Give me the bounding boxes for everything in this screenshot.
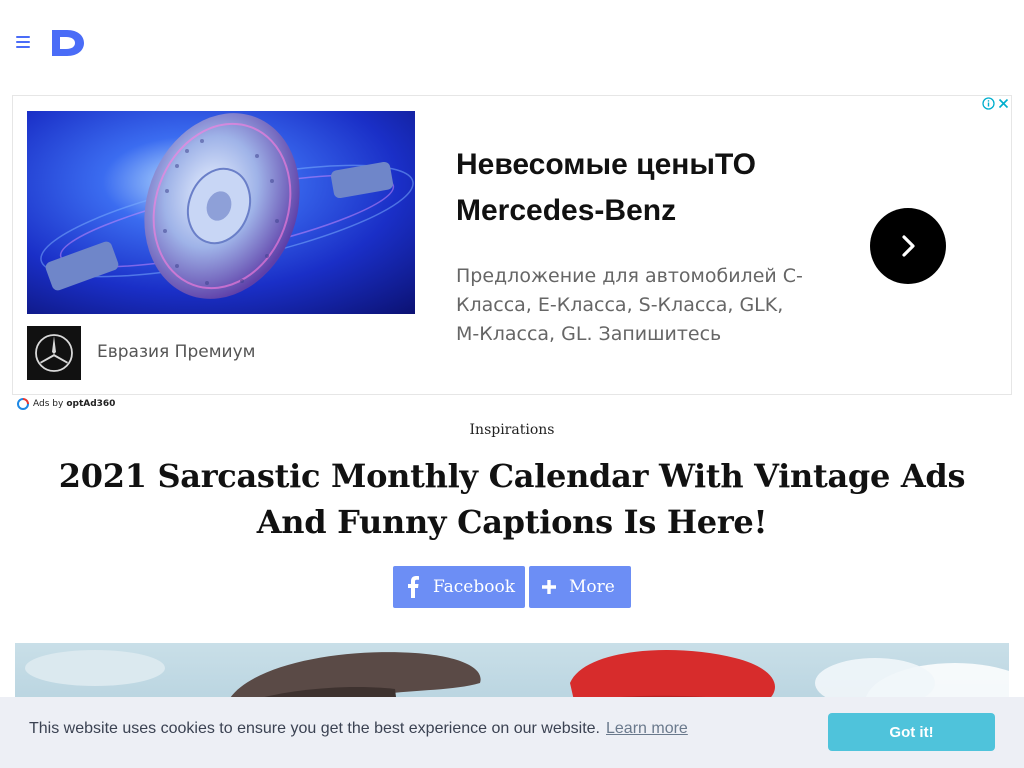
- facebook-share-button[interactable]: Facebook: [393, 566, 525, 608]
- ads-by-prefix: Ads by: [33, 399, 64, 409]
- menu-bar: [16, 36, 30, 38]
- learn-more-link[interactable]: Learn more: [606, 720, 688, 737]
- menu-bar: [16, 46, 30, 48]
- ads-by-label[interactable]: Ads by optAd360: [17, 398, 115, 410]
- more-share-button[interactable]: More: [529, 566, 631, 608]
- ad-controls: [981, 96, 1011, 111]
- brake-disc-image[interactable]: [27, 111, 415, 314]
- cookie-banner: This website uses cookies to ensure you …: [0, 697, 1024, 768]
- hamburger-menu-icon[interactable]: [16, 35, 30, 49]
- close-icon[interactable]: [996, 96, 1011, 111]
- mercedes-star-icon[interactable]: [27, 326, 81, 380]
- cookie-accept-button[interactable]: Got it!: [828, 713, 995, 751]
- menu-bar: [16, 41, 30, 43]
- chevron-right-icon[interactable]: [870, 208, 946, 284]
- info-icon[interactable]: [981, 96, 996, 111]
- facebook-share-label: Facebook: [433, 577, 516, 597]
- cookie-message-wrapper: This website uses cookies to ensure you …: [29, 720, 688, 738]
- ad-brand-name[interactable]: Евразия Премиум: [97, 342, 255, 362]
- article-category[interactable]: Inspirations: [0, 422, 1024, 438]
- plus-icon: [529, 579, 569, 595]
- ads-by-network: optAd360: [66, 399, 116, 409]
- more-share-label: More: [569, 577, 615, 597]
- ad-headline[interactable]: Невесомые ценыТО Mercedes-Benz: [456, 142, 816, 234]
- ad-description[interactable]: Предложение для автомобилей C-Класса, E-…: [456, 262, 806, 349]
- advertisement[interactable]: Евразия Премиум Невесомые ценыТО Mercede…: [12, 95, 1012, 395]
- optad-logo-icon: [17, 398, 29, 410]
- cookie-message: This website uses cookies to ensure you …: [29, 720, 600, 737]
- facebook-icon: [393, 576, 433, 598]
- site-header: [0, 0, 1024, 86]
- article-title: 2021 Sarcastic Monthly Calendar With Vin…: [58, 457, 966, 541]
- d-logo-icon[interactable]: [50, 29, 86, 57]
